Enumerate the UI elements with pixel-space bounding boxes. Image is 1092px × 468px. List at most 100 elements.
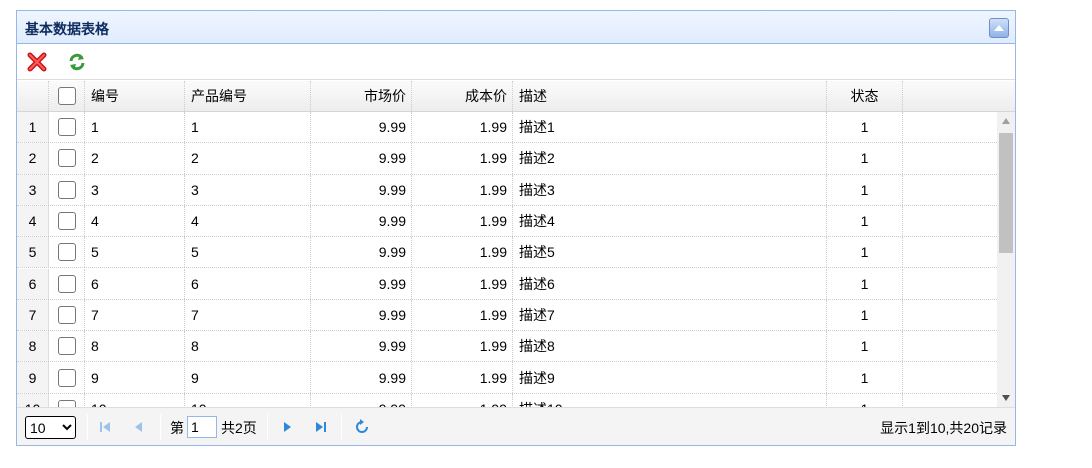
last-page-icon [316,422,326,432]
cell-market-price: 9.99 [311,362,412,393]
row-number: 10 [17,393,49,407]
first-page-button[interactable] [95,417,115,437]
cell-product-code: 6 [185,268,311,299]
row-checkbox[interactable] [57,118,76,137]
cell-cost-price: 1.99 [412,205,513,237]
row-checkbox[interactable] [57,368,76,387]
collapse-button[interactable] [989,18,1009,38]
row-checkbox[interactable] [57,180,76,199]
header-market-price[interactable]: 市场价 [311,81,412,111]
select-all-checkbox[interactable] [57,87,76,105]
header-id[interactable]: 编号 [85,81,185,111]
cell-market-price: 9.99 [311,268,412,299]
cell-product-code: 9 [185,362,311,393]
table-row[interactable]: 9 9 9 9.99 1.99 描述9 1 [17,362,997,394]
table-row[interactable]: 7 7 7 9.99 1.99 描述7 1 [17,299,997,332]
header-description[interactable]: 描述 [513,81,827,111]
last-page-button[interactable] [311,417,331,437]
panel-title: 基本数据表格 [25,21,109,37]
row-select[interactable] [49,143,85,174]
table-row[interactable]: 4 4 4 9.99 1.99 描述4 1 [17,205,997,238]
pager-separator [267,414,268,440]
cell-status: 1 [827,174,903,205]
table-row[interactable]: 5 5 5 9.99 1.99 描述5 1 [17,237,997,269]
page-label-before: 第 [170,420,184,436]
cell-description: 描述8 [513,331,827,362]
header-product-code[interactable]: 产品编号 [185,81,311,111]
cell-market-price: 9.99 [311,174,412,205]
cell-status: 1 [827,299,903,331]
table-row[interactable]: 6 6 6 9.99 1.99 描述6 1 [17,268,997,300]
cell-id: 9 [85,362,185,393]
row-checkbox[interactable] [57,337,76,356]
row-select[interactable] [49,174,85,205]
table-row[interactable]: 2 2 2 9.99 1.99 描述2 1 [17,143,997,175]
header-status[interactable]: 状态 [827,81,903,111]
cell-description: 描述9 [513,362,827,393]
header-cost-price[interactable]: 成本价 [412,81,513,111]
table-row[interactable]: 1 1 1 9.99 1.99 描述1 1 [17,112,997,144]
cell-market-price: 9.99 [311,237,412,268]
vertical-scrollbar[interactable] [997,112,1015,407]
cell-cost-price: 1.99 [412,112,513,143]
row-select[interactable] [49,268,85,299]
header-select-all[interactable] [49,81,85,111]
cell-market-price: 9.99 [311,331,412,362]
reload-button[interactable] [65,50,89,74]
row-select[interactable] [49,362,85,393]
row-number: 1 [17,112,49,143]
reload-icon [356,419,368,433]
toolbar [17,44,1015,80]
row-checkbox[interactable] [57,212,76,231]
cell-id: 5 [85,237,185,268]
row-number: 5 [17,237,49,268]
cell-status: 1 [827,362,903,393]
cell-product-code: 1 [185,112,311,143]
delete-x-icon [27,52,47,72]
prev-page-icon [135,422,142,432]
table-row[interactable]: 3 3 3 9.99 1.99 描述3 1 [17,174,997,206]
scroll-up-arrow-icon[interactable] [997,112,1015,130]
cell-status: 1 [827,237,903,268]
row-number: 3 [17,174,49,205]
next-page-icon [284,422,291,432]
cell-id: 1 [85,112,185,143]
cell-product-code: 10 [185,393,311,407]
cell-product-code: 4 [185,205,311,237]
cell-id: 7 [85,299,185,331]
cell-market-price: 9.99 [311,393,412,407]
refresh-page-button[interactable] [352,417,372,437]
refresh-icon [69,53,85,71]
table-row[interactable]: 8 8 8 9.99 1.99 描述8 1 [17,331,997,363]
row-select[interactable] [49,112,85,143]
next-page-button[interactable] [277,417,297,437]
grid-body: 1 1 1 9.99 1.99 描述1 1 2 2 2 9.99 1.99 描述2 1 3 3 3 9.99 1.9… [17,112,1015,407]
row-checkbox[interactable] [57,305,76,324]
cell-id: 10 [85,393,185,407]
prev-page-button[interactable] [129,417,149,437]
cell-cost-price: 1.99 [412,237,513,268]
cell-market-price: 9.99 [311,143,412,174]
delete-button[interactable] [25,50,49,74]
pagination-bar: 10 第 共2页 [17,407,1015,445]
table-row[interactable]: 1010109.991.99描述101 [17,393,997,407]
cell-cost-price: 1.99 [412,331,513,362]
pager-info: 显示1到10,共20记录 [880,420,1007,436]
row-select[interactable] [49,205,85,237]
row-checkbox[interactable] [57,243,76,262]
page-size-select[interactable]: 10 [25,416,76,439]
row-number: 9 [17,362,49,393]
cell-product-code: 2 [185,143,311,174]
row-select[interactable] [49,237,85,268]
row-select[interactable] [49,299,85,331]
row-select[interactable] [49,393,85,407]
current-page-input[interactable] [187,416,217,438]
scroll-thumb[interactable] [999,133,1013,253]
cell-product-code: 5 [185,237,311,268]
row-checkbox[interactable] [57,399,76,407]
grid-header: 编号 产品编号 市场价 成本价 描述 状态 [17,81,1015,112]
row-checkbox[interactable] [57,274,76,293]
scroll-down-arrow-icon[interactable] [997,389,1015,407]
row-select[interactable] [49,331,85,362]
row-checkbox[interactable] [57,149,76,168]
